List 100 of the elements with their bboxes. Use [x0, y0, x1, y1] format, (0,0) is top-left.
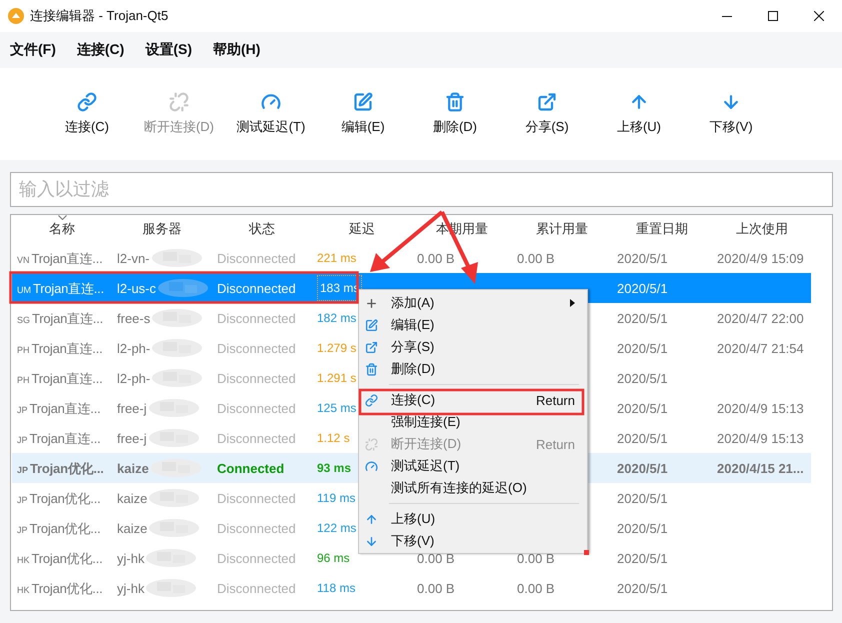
server-address: free-j: [117, 402, 147, 414]
status-text: Disconnected: [217, 432, 296, 444]
connection-name[interactable]: Trojan优化...: [30, 522, 101, 534]
gauge-icon: [365, 460, 378, 472]
connection-name[interactable]: Trojan优化...: [30, 462, 104, 474]
server-address: l2-vn-: [117, 252, 150, 264]
menu-item[interactable]: 文件(F): [6, 37, 60, 63]
app-logo-icon: [8, 8, 24, 24]
connection-name[interactable]: Trojan优化...: [30, 492, 101, 504]
filter-field[interactable]: 输入以过滤: [10, 172, 833, 207]
last-used: 2020/4/7 21:54: [717, 342, 804, 354]
latency-value: 1.279 s: [317, 342, 356, 354]
reset-date: 2020/5/1: [617, 342, 668, 354]
edit-icon: [365, 318, 378, 332]
reset-date: 2020/5/1: [617, 402, 668, 414]
menu-option[interactable]: 连接(C) Return: [359, 389, 587, 411]
toolbar-button[interactable]: 分享(S): [504, 82, 590, 146]
connection-name[interactable]: Trojan直连...: [32, 312, 104, 324]
latency-value: 1.291 s: [317, 372, 356, 384]
server-address: kaize: [117, 492, 148, 504]
latency-value: 122 ms: [317, 522, 356, 534]
share-icon: [537, 92, 557, 112]
column-header[interactable]: 累计用量: [512, 215, 612, 243]
server-address: yj-hk: [117, 582, 144, 594]
menu-item[interactable]: 设置(S): [141, 37, 196, 63]
toolbar-button[interactable]: 测试延迟(T): [228, 82, 314, 146]
menu-option[interactable]: 上移(U): [359, 508, 587, 530]
server-address: l2-ph-: [117, 372, 150, 384]
broken-link-icon: [169, 92, 189, 112]
region-code: JP: [17, 406, 28, 414]
status-text: Disconnected: [217, 252, 296, 264]
connection-name[interactable]: Trojan优化...: [32, 552, 103, 564]
menu-option[interactable]: 分享(S): [359, 336, 587, 358]
server-address: free-s: [117, 312, 150, 324]
server-address: yj-hk: [117, 552, 144, 564]
arrow-down-icon: [365, 534, 378, 548]
share-icon: [365, 340, 378, 354]
region-code: VN: [17, 256, 30, 264]
period-usage: 0.00 B: [417, 252, 455, 264]
toolbar-button[interactable]: 上移(U): [596, 82, 682, 146]
menu-item[interactable]: 连接(C): [72, 37, 128, 63]
menu-option[interactable]: 删除(D): [359, 358, 587, 380]
latency-value: 119 ms: [317, 492, 356, 504]
column-header[interactable]: 重置日期: [612, 215, 712, 243]
status-text: Disconnected: [217, 312, 296, 324]
server-address: kaize: [117, 462, 149, 474]
status-text: Disconnected: [217, 282, 296, 294]
toolbar-button[interactable]: 删除(D): [412, 82, 498, 146]
region-code: HK: [17, 586, 30, 594]
status-text: Disconnected: [217, 492, 296, 504]
column-header[interactable]: 名称: [12, 215, 112, 243]
last-used: 2020/4/7 22:00: [717, 312, 804, 324]
menu-item[interactable]: 帮助(H): [209, 37, 264, 63]
trash-icon: [445, 92, 465, 112]
link-icon: [77, 92, 97, 112]
server-address: l2-us-c: [117, 282, 156, 294]
column-header[interactable]: 上次使用: [712, 215, 812, 243]
reset-date: 2020/5/1: [617, 252, 668, 264]
reset-date: 2020/5/1: [617, 462, 668, 474]
connection-name[interactable]: Trojan直连...: [30, 402, 101, 414]
reset-date: 2020/5/1: [617, 372, 668, 384]
period-usage: 0.00 B: [417, 552, 455, 564]
server-address: kaize: [117, 522, 148, 534]
status-text: Disconnected: [217, 582, 296, 594]
connection-name[interactable]: Trojan直连...: [32, 252, 103, 264]
region-code: JP: [17, 496, 28, 504]
connection-name[interactable]: Trojan优化...: [32, 582, 103, 594]
menu-option[interactable]: 测试延迟(T): [359, 455, 587, 477]
toolbar-button[interactable]: 编辑(E): [320, 82, 406, 146]
status-text: Disconnected: [217, 522, 296, 534]
status-text: Disconnected: [217, 552, 296, 564]
status-text: Disconnected: [217, 372, 296, 384]
last-used: 2020/4/9 15:09: [717, 252, 804, 264]
reset-date: 2020/5/1: [617, 282, 668, 294]
region-code: UM: [17, 286, 31, 294]
toolbar-button[interactable]: 连接(C): [44, 82, 130, 146]
status-text: Disconnected: [217, 342, 296, 354]
connection-name[interactable]: Trojan直连...: [32, 372, 103, 384]
latency-value: 1.12 s: [317, 432, 350, 444]
maximize-icon: [768, 11, 778, 21]
reset-date: 2020/5/1: [617, 552, 668, 564]
region-code: JP: [17, 526, 28, 534]
total-usage: 0.00 B: [517, 252, 555, 264]
window-title: 连接编辑器 - Trojan-Qt5: [30, 7, 170, 25]
toolbar-button[interactable]: 下移(V): [688, 82, 774, 146]
menu-option[interactable]: 编辑(E): [359, 314, 587, 336]
region-code: HK: [17, 556, 30, 564]
menu-option[interactable]: 测试所有连接的延迟(O): [359, 477, 587, 499]
column-header[interactable]: 延迟: [312, 215, 412, 243]
column-header[interactable]: 状态: [212, 215, 312, 243]
connection-name[interactable]: Trojan直连...: [30, 432, 101, 444]
arrow-up-icon: [365, 512, 378, 526]
connection-name[interactable]: Trojan直连...: [32, 342, 103, 354]
column-header[interactable]: 服务器: [112, 215, 212, 243]
menu-option[interactable]: 强制连接(E): [359, 411, 587, 433]
reset-date: 2020/5/1: [617, 432, 668, 444]
menu-option[interactable]: 下移(V): [359, 530, 587, 552]
latency-value: 221 ms: [317, 252, 356, 264]
server-address: l2-ph-: [117, 342, 150, 354]
server-address: free-j: [117, 432, 147, 444]
